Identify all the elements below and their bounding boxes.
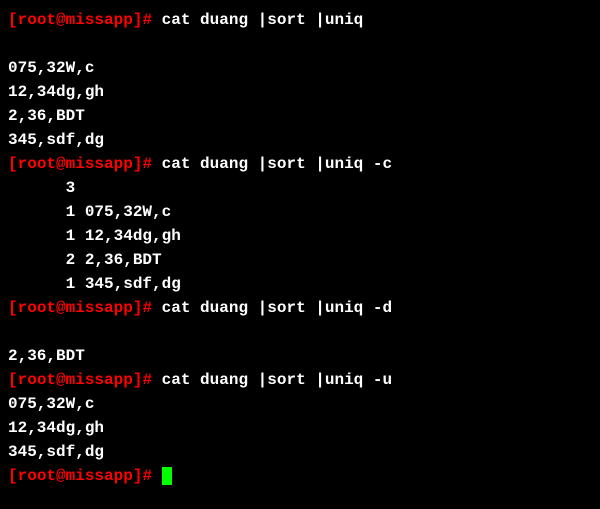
prompt-open-bracket: [ — [8, 11, 18, 29]
command-text: cat duang |sort |uniq -d — [152, 299, 392, 317]
command-line: [root@missapp]# cat duang |sort |uniq -c — [8, 152, 592, 176]
output-line: 1 12,34dg,gh — [8, 224, 592, 248]
prompt-open-bracket: [ — [8, 467, 18, 485]
output-line — [8, 320, 592, 344]
command-line: [root@missapp]# cat duang |sort |uniq -d — [8, 296, 592, 320]
output-line: 3 — [8, 176, 592, 200]
output-line: 2,36,BDT — [8, 104, 592, 128]
prompt-user-host: root@missapp — [18, 11, 133, 29]
prompt-close-bracket: ] — [133, 155, 143, 173]
prompt-user-host: root@missapp — [18, 371, 133, 389]
command-text: cat duang |sort |uniq — [152, 11, 363, 29]
prompt-hash: # — [142, 371, 152, 389]
output-line: 1 345,sdf,dg — [8, 272, 592, 296]
output-line: 345,sdf,dg — [8, 128, 592, 152]
prompt-open-bracket: [ — [8, 299, 18, 317]
output-line — [8, 32, 592, 56]
prompt-open-bracket: [ — [8, 155, 18, 173]
command-line: [root@missapp]# cat duang |sort |uniq — [8, 8, 592, 32]
prompt-close-bracket: ] — [133, 467, 143, 485]
command-line: [root@missapp]# cat duang |sort |uniq -u — [8, 368, 592, 392]
output-line: 075,32W,c — [8, 56, 592, 80]
prompt-user-host: root@missapp — [18, 155, 133, 173]
prompt-close-bracket: ] — [133, 371, 143, 389]
output-line: 12,34dg,gh — [8, 80, 592, 104]
output-line: 1 075,32W,c — [8, 200, 592, 224]
output-line: 345,sdf,dg — [8, 440, 592, 464]
prompt-hash: # — [142, 155, 152, 173]
prompt-close-bracket: ] — [133, 11, 143, 29]
prompt-close-bracket: ] — [133, 299, 143, 317]
command-text: cat duang |sort |uniq -u — [152, 371, 392, 389]
prompt-user-host: root@missapp — [18, 467, 133, 485]
prompt-hash: # — [142, 11, 152, 29]
output-line: 12,34dg,gh — [8, 416, 592, 440]
cursor-icon — [162, 467, 172, 485]
output-line: 075,32W,c — [8, 392, 592, 416]
prompt-hash: # — [142, 467, 152, 485]
command-text: cat duang |sort |uniq -c — [152, 155, 392, 173]
prompt-open-bracket: [ — [8, 371, 18, 389]
output-line: 2,36,BDT — [8, 344, 592, 368]
output-line: 2 2,36,BDT — [8, 248, 592, 272]
prompt-user-host: root@missapp — [18, 299, 133, 317]
command-line-active[interactable]: [root@missapp]# — [8, 464, 592, 488]
prompt-hash: # — [142, 299, 152, 317]
terminal-output: [root@missapp]# cat duang |sort |uniq 07… — [8, 8, 592, 488]
